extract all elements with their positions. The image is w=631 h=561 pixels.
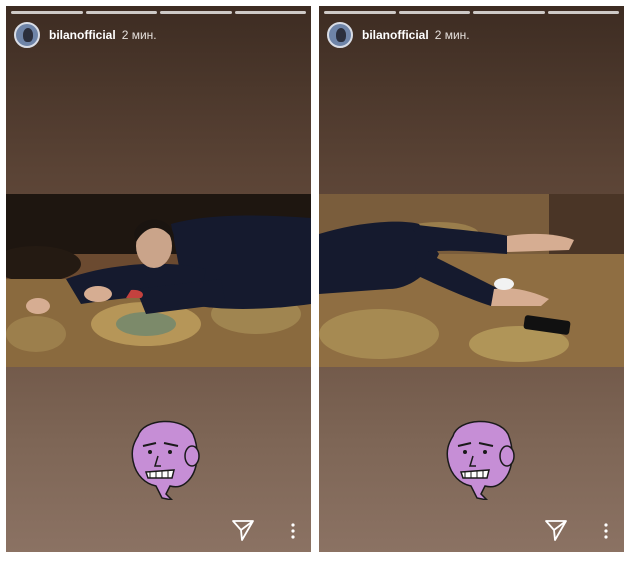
timestamp: 2 мин. — [434, 28, 470, 42]
story-panel-right[interactable]: bilanofficial 2 мин. — [319, 6, 624, 552]
progress-segment — [547, 11, 619, 14]
progress-segment — [473, 11, 545, 14]
send-icon[interactable] — [544, 518, 568, 542]
progress-segment — [160, 11, 232, 14]
face-sticker — [131, 420, 200, 500]
progress-segment — [85, 11, 157, 14]
story-photo — [319, 194, 624, 367]
story-header: bilanofficial 2 мин. — [327, 22, 470, 48]
face-sticker — [446, 420, 515, 500]
progress-segment — [11, 11, 83, 14]
timestamp: 2 мин. — [121, 28, 157, 42]
progress-segment — [234, 11, 306, 14]
more-vertical-icon[interactable] — [602, 522, 610, 540]
progress-segment — [324, 11, 396, 14]
username[interactable]: bilanofficial — [362, 28, 429, 42]
send-icon[interactable] — [231, 518, 255, 542]
story-panel-left[interactable]: bilanofficial 2 мин. — [6, 6, 311, 552]
more-vertical-icon[interactable] — [289, 522, 297, 540]
avatar[interactable] — [14, 22, 40, 48]
story-header: bilanofficial 2 мин. — [14, 22, 157, 48]
progress-bar — [324, 11, 619, 14]
progress-segment — [398, 11, 470, 14]
story-photo — [6, 194, 311, 367]
avatar[interactable] — [327, 22, 353, 48]
username[interactable]: bilanofficial — [49, 28, 116, 42]
progress-bar — [11, 11, 306, 14]
